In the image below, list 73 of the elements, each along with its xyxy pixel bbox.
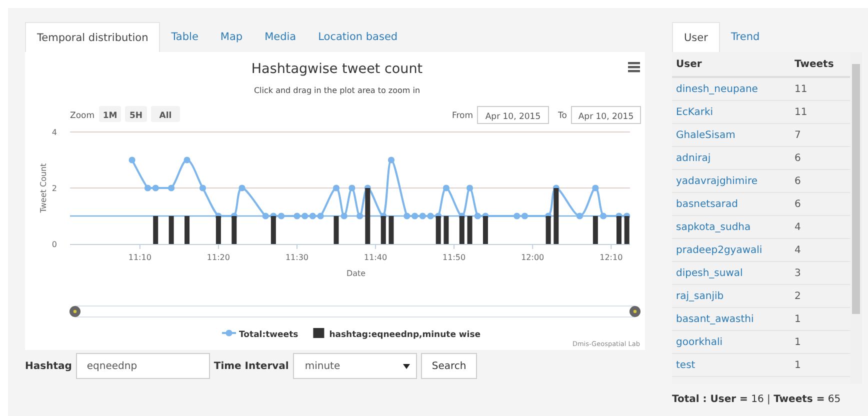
axis-tick-label: 12:10 xyxy=(600,253,623,262)
axis-tick-label: 0 xyxy=(52,240,57,249)
axis-tick-label: 11:20 xyxy=(206,253,230,262)
data-point xyxy=(600,212,607,220)
search-button[interactable]: Search xyxy=(420,353,478,379)
legend-label: Total:tweets xyxy=(239,330,298,340)
tab[interactable]: Map xyxy=(209,22,254,52)
data-point xyxy=(442,184,450,192)
data-point xyxy=(199,184,206,192)
zoom-label: Zoom xyxy=(70,111,95,121)
tab[interactable]: Table xyxy=(160,22,210,52)
user-link[interactable]: pradeep2gyawali xyxy=(672,238,791,262)
chart-title: Hashtagwise tweet count xyxy=(251,61,423,77)
user-link[interactable]: goorkhali xyxy=(672,330,791,354)
axis-tick-label: 4 xyxy=(52,128,57,137)
hashtag-field[interactable]: eqneednp xyxy=(76,353,210,379)
slider-handle[interactable] xyxy=(630,306,640,317)
user-link[interactable]: test xyxy=(672,354,791,376)
user-link[interactable]: raj_sanjib xyxy=(672,284,791,308)
data-point xyxy=(576,212,584,220)
user-link[interactable]: dinesh_neupane xyxy=(672,77,791,100)
axis-tick-label: 2 xyxy=(52,184,57,193)
data-point xyxy=(168,184,175,192)
data-point xyxy=(348,184,356,192)
axis-tick-label: 11:40 xyxy=(364,253,388,262)
user-link[interactable]: EcKarki xyxy=(672,100,791,124)
tab[interactable]: Trend xyxy=(720,22,771,52)
user-link[interactable]: yadavrajghimire xyxy=(672,170,791,192)
field-label: Hashtag xyxy=(25,360,72,372)
data-point xyxy=(592,184,599,192)
zoom-button[interactable]: All xyxy=(151,106,180,122)
legend-bar-icon xyxy=(313,328,324,338)
data-point xyxy=(340,212,348,220)
chart-subtitle: Click and drag in the plot area to zoom in xyxy=(254,86,420,95)
menu-icon[interactable] xyxy=(628,62,640,72)
axis-tick-label: 11:30 xyxy=(285,253,308,262)
axis-tick-label: 12:00 xyxy=(521,253,544,262)
legend-label: hashtag:eqneednp,minute wise xyxy=(329,330,481,340)
user-link[interactable]: basant_awasthi xyxy=(672,308,791,330)
axis-tick-label: 11:10 xyxy=(128,253,152,262)
axis-title: Date xyxy=(346,269,366,278)
tab[interactable]: Location based xyxy=(307,22,409,52)
slider-handle[interactable] xyxy=(70,306,80,317)
zoom-button[interactable]: 5H xyxy=(125,106,147,122)
scrollbar[interactable] xyxy=(850,52,862,384)
user-link[interactable]: basnetsarad xyxy=(672,192,791,216)
axis-title: Tweet Count xyxy=(39,163,48,213)
data-point xyxy=(466,184,474,192)
total-summary: Total : User = 16 | Tweets = 65 xyxy=(672,394,842,405)
axis-tick-label: 11:50 xyxy=(442,253,466,262)
column-header: User xyxy=(672,52,791,77)
zoom-button[interactable]: 1M xyxy=(99,106,121,122)
data-point xyxy=(388,156,395,164)
legend-line-icon xyxy=(222,330,236,336)
data-point xyxy=(184,156,190,164)
date-field[interactable]: Apr 10, 2015 xyxy=(571,106,641,124)
user-link[interactable]: dipesh_suwal xyxy=(672,262,791,284)
tab[interactable]: Temporal distribution xyxy=(25,22,160,52)
data-point xyxy=(356,212,364,220)
caret-icon xyxy=(402,364,410,368)
data-point xyxy=(238,184,246,192)
from-label: From xyxy=(452,111,473,121)
date-field[interactable]: Apr 10, 2015 xyxy=(477,106,549,124)
user-link[interactable]: GhaleSisam xyxy=(672,124,791,146)
tab[interactable]: User xyxy=(672,22,720,52)
user-link[interactable]: sapkota_sudha xyxy=(672,216,791,238)
data-point xyxy=(128,156,136,164)
field-label: Time Interval xyxy=(214,360,289,372)
tab[interactable]: Media xyxy=(254,22,308,52)
to-label: To xyxy=(558,111,567,121)
data-point xyxy=(332,184,340,192)
user-link[interactable]: adniraj xyxy=(672,146,791,170)
interval-dropdown[interactable]: minute xyxy=(292,353,417,379)
